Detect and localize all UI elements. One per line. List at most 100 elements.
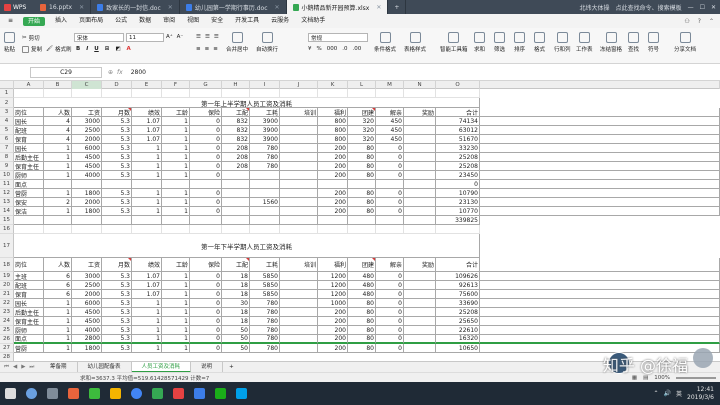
cell[interactable] bbox=[280, 153, 318, 162]
cell[interactable]: 200 bbox=[318, 308, 348, 317]
cell[interactable]: 200 bbox=[318, 335, 348, 344]
thousands-icon[interactable]: 000 bbox=[327, 46, 338, 52]
cell[interactable]: 5.3 bbox=[102, 308, 132, 317]
cell[interactable]: 5.3 bbox=[102, 335, 132, 344]
cell[interactable]: 4000 bbox=[72, 326, 102, 335]
last-sheet-icon[interactable]: ⏭ bbox=[29, 364, 34, 371]
cell[interactable]: 74134 bbox=[436, 117, 480, 126]
cell[interactable]: 福利 bbox=[318, 258, 348, 272]
cell[interactable]: 1 bbox=[162, 281, 190, 290]
cell[interactable] bbox=[280, 299, 318, 308]
cell[interactable] bbox=[250, 189, 280, 198]
number-format-select[interactable]: 常规 bbox=[308, 33, 368, 42]
cell[interactable]: 200 bbox=[318, 162, 348, 171]
cell[interactable]: 绩效 bbox=[132, 258, 162, 272]
menu-item[interactable]: 开发工具 bbox=[229, 14, 265, 28]
cell[interactable]: 5.3 bbox=[102, 290, 132, 299]
cell[interactable]: 0 bbox=[376, 344, 404, 353]
cell[interactable] bbox=[318, 225, 348, 234]
menu-item[interactable]: 页面布局 bbox=[73, 14, 109, 28]
qq-icon[interactable] bbox=[236, 388, 247, 399]
cell[interactable]: 6 bbox=[44, 290, 72, 299]
table-title[interactable]: 第一年上半学期人员工资及消耗 bbox=[14, 98, 480, 108]
cell-empty[interactable] bbox=[480, 317, 720, 326]
cell-empty[interactable] bbox=[480, 335, 720, 344]
first-sheet-icon[interactable]: ⏮ bbox=[4, 364, 9, 371]
cell[interactable]: 25208 bbox=[436, 308, 480, 317]
cell[interactable]: 5850 bbox=[250, 281, 280, 290]
cell[interactable]: 0 bbox=[190, 308, 222, 317]
cell[interactable] bbox=[280, 335, 318, 344]
cell[interactable] bbox=[222, 180, 250, 189]
cell[interactable] bbox=[376, 216, 404, 225]
cell[interactable]: 22610 bbox=[436, 326, 480, 335]
cell[interactable]: 6 bbox=[44, 272, 72, 281]
cell[interactable] bbox=[404, 162, 436, 171]
cell[interactable]: 1560 bbox=[250, 198, 280, 207]
cell[interactable]: 5.3 bbox=[102, 189, 132, 198]
fx-icon[interactable]: fx bbox=[117, 69, 123, 76]
cell[interactable]: 80 bbox=[348, 198, 376, 207]
cell[interactable]: 0 bbox=[190, 162, 222, 171]
cell[interactable]: 合计 bbox=[436, 258, 480, 272]
cell[interactable]: 工龄 bbox=[162, 108, 190, 117]
wps-writer-icon[interactable] bbox=[194, 388, 205, 399]
folder-icon[interactable] bbox=[110, 388, 121, 399]
row-header[interactable]: 19 bbox=[0, 272, 14, 281]
row-header[interactable]: 12 bbox=[0, 189, 14, 198]
cell[interactable]: 4 bbox=[44, 135, 72, 144]
cell[interactable]: 1 bbox=[162, 162, 190, 171]
cell[interactable]: 1 bbox=[162, 290, 190, 299]
cell[interactable] bbox=[348, 180, 376, 189]
cell[interactable]: 1 bbox=[162, 189, 190, 198]
cell[interactable]: 200 bbox=[318, 153, 348, 162]
cell[interactable]: 780 bbox=[250, 162, 280, 171]
cell[interactable]: 1 bbox=[44, 299, 72, 308]
cell-empty[interactable] bbox=[480, 281, 720, 290]
cell[interactable]: 园长 bbox=[14, 117, 44, 126]
cell[interactable]: 1800 bbox=[72, 189, 102, 198]
row-header[interactable]: 4 bbox=[0, 117, 14, 126]
cell[interactable] bbox=[404, 189, 436, 198]
cell[interactable]: 0 bbox=[376, 290, 404, 299]
cell[interactable]: 450 bbox=[376, 126, 404, 135]
cell[interactable] bbox=[44, 180, 72, 189]
row-header[interactable]: 16 bbox=[0, 225, 14, 234]
notification-icon[interactable]: ⌃ bbox=[654, 390, 659, 397]
cell[interactable]: 工资 bbox=[72, 108, 102, 117]
sheet-tab[interactable]: 筹备期 bbox=[40, 361, 78, 373]
cell[interactable] bbox=[222, 207, 250, 216]
cell[interactable]: 18 bbox=[222, 308, 250, 317]
cell[interactable] bbox=[280, 135, 318, 144]
cell[interactable]: 4000 bbox=[72, 171, 102, 180]
cell[interactable]: 5.3 bbox=[102, 162, 132, 171]
cell[interactable] bbox=[404, 225, 436, 234]
cell[interactable]: 保洁 bbox=[14, 207, 44, 216]
cell[interactable]: 780 bbox=[250, 144, 280, 153]
cell[interactable]: 1 bbox=[132, 189, 162, 198]
doc-tab[interactable]: 小鹅精品新开园预算.xlsx ✕ bbox=[286, 0, 389, 14]
cell[interactable]: 团建 bbox=[348, 258, 376, 272]
menu-item[interactable]: 公式 bbox=[109, 14, 133, 28]
new-tab-icon[interactable]: + bbox=[388, 0, 407, 14]
cell[interactable]: 832 bbox=[222, 135, 250, 144]
zoom-icon[interactable]: ⊕ bbox=[108, 69, 113, 76]
cell[interactable] bbox=[162, 89, 190, 98]
cell[interactable]: 1.07 bbox=[132, 135, 162, 144]
doc-tab[interactable]: 致家长的一封信.doc ✕ bbox=[91, 0, 180, 14]
cell[interactable]: 1 bbox=[132, 198, 162, 207]
cell[interactable] bbox=[280, 281, 318, 290]
cell[interactable]: 25208 bbox=[436, 153, 480, 162]
cell[interactable]: 800 bbox=[318, 126, 348, 135]
column-header[interactable]: H bbox=[222, 81, 250, 89]
cell[interactable]: 18 bbox=[222, 272, 250, 281]
sheet-tab[interactable]: 说明 bbox=[191, 361, 224, 373]
cell[interactable] bbox=[404, 144, 436, 153]
search-icon[interactable] bbox=[26, 388, 37, 399]
menu-start[interactable]: 开始 bbox=[23, 16, 46, 26]
cell[interactable]: 1 bbox=[162, 299, 190, 308]
column-header[interactable]: N bbox=[404, 81, 436, 89]
row-header[interactable]: 25 bbox=[0, 326, 14, 335]
menu-item[interactable]: 云服务 bbox=[265, 14, 295, 28]
cell[interactable]: 0 bbox=[190, 126, 222, 135]
